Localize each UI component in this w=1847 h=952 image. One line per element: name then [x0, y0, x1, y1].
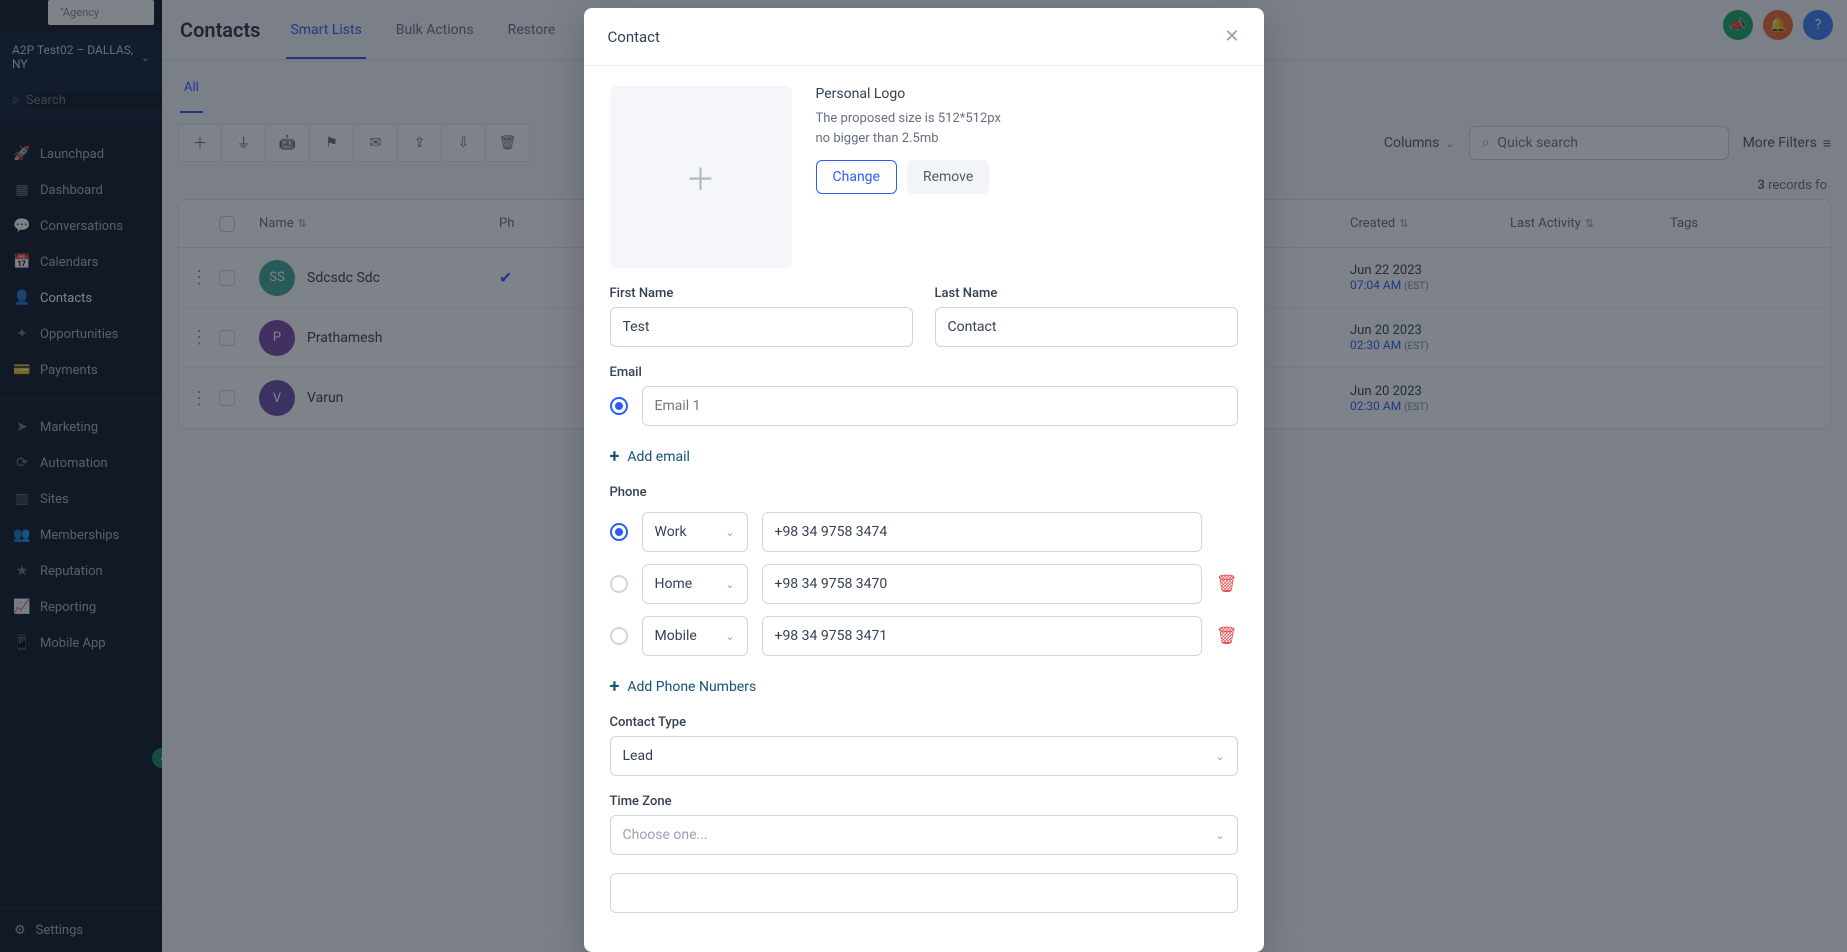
logo-section: ＋ Personal Logo The proposed size is 512…: [610, 86, 1238, 268]
phone-label: Phone: [610, 485, 1238, 500]
logo-desc-1: The proposed size is 512*512px: [816, 110, 1001, 128]
first-name-label: First Name: [610, 286, 913, 301]
add-phone-link[interactable]: + Add Phone Numbers: [610, 676, 1238, 697]
contact-modal: Contact ✕ ＋ Personal Logo The proposed s…: [584, 8, 1264, 952]
plus-icon: +: [610, 446, 620, 467]
chevron-down-icon: ⌄: [725, 630, 734, 643]
phone-type-value: Work: [655, 524, 687, 540]
phone-row: Work ⌄: [610, 512, 1238, 552]
close-icon[interactable]: ✕: [1224, 26, 1239, 47]
contact-type-select[interactable]: Lead ⌄: [610, 736, 1238, 776]
modal-title: Contact: [608, 28, 660, 46]
email-label: Email: [610, 365, 1238, 380]
plus-icon: +: [610, 676, 620, 697]
phone-row: Mobile ⌄ 🗑: [610, 616, 1238, 656]
trash-icon[interactable]: 🗑: [1216, 626, 1238, 646]
phone-primary-radio[interactable]: [610, 575, 628, 593]
timezone-label: Time Zone: [610, 794, 1238, 809]
modal-header: Contact ✕: [584, 8, 1264, 66]
modal-body: ＋ Personal Logo The proposed size is 512…: [584, 66, 1264, 933]
email-input[interactable]: [642, 386, 1238, 426]
contact-type-label: Contact Type: [610, 715, 1238, 730]
phone-number-input[interactable]: [762, 616, 1202, 656]
chevron-down-icon: ⌄: [1215, 750, 1224, 763]
phone-type-value: Mobile: [655, 628, 697, 644]
timezone-value: Choose one...: [623, 827, 708, 843]
phone-type-select[interactable]: Work ⌄: [642, 512, 748, 552]
phone-primary-radio[interactable]: [610, 627, 628, 645]
trash-icon[interactable]: 🗑: [1216, 574, 1238, 594]
phone-type-value: Home: [655, 576, 693, 592]
change-logo-button[interactable]: Change: [816, 160, 897, 194]
remove-logo-button[interactable]: Remove: [907, 160, 989, 194]
phone-primary-radio[interactable]: [610, 523, 628, 541]
logo-heading: Personal Logo: [816, 86, 1001, 102]
chevron-down-icon: ⌄: [725, 578, 734, 591]
phone-type-select[interactable]: Home ⌄: [642, 564, 748, 604]
timezone-select[interactable]: Choose one... ⌄: [610, 815, 1238, 855]
chevron-down-icon: ⌄: [725, 526, 734, 539]
contact-type-value: Lead: [623, 748, 653, 764]
add-email-link[interactable]: + Add email: [610, 446, 1238, 467]
last-name-input[interactable]: [935, 307, 1238, 347]
phone-number-input[interactable]: [762, 512, 1202, 552]
logo-desc-2: no bigger than 2.5mb: [816, 130, 1001, 148]
first-name-input[interactable]: [610, 307, 913, 347]
phone-row: Home ⌄ 🗑: [610, 564, 1238, 604]
chevron-down-icon: ⌄: [1215, 829, 1224, 842]
logo-upload[interactable]: ＋: [610, 86, 792, 268]
extra-select[interactable]: [610, 873, 1238, 913]
phone-number-input[interactable]: [762, 564, 1202, 604]
last-name-label: Last Name: [935, 286, 1238, 301]
email-primary-radio[interactable]: [610, 397, 628, 415]
phone-type-select[interactable]: Mobile ⌄: [642, 616, 748, 656]
